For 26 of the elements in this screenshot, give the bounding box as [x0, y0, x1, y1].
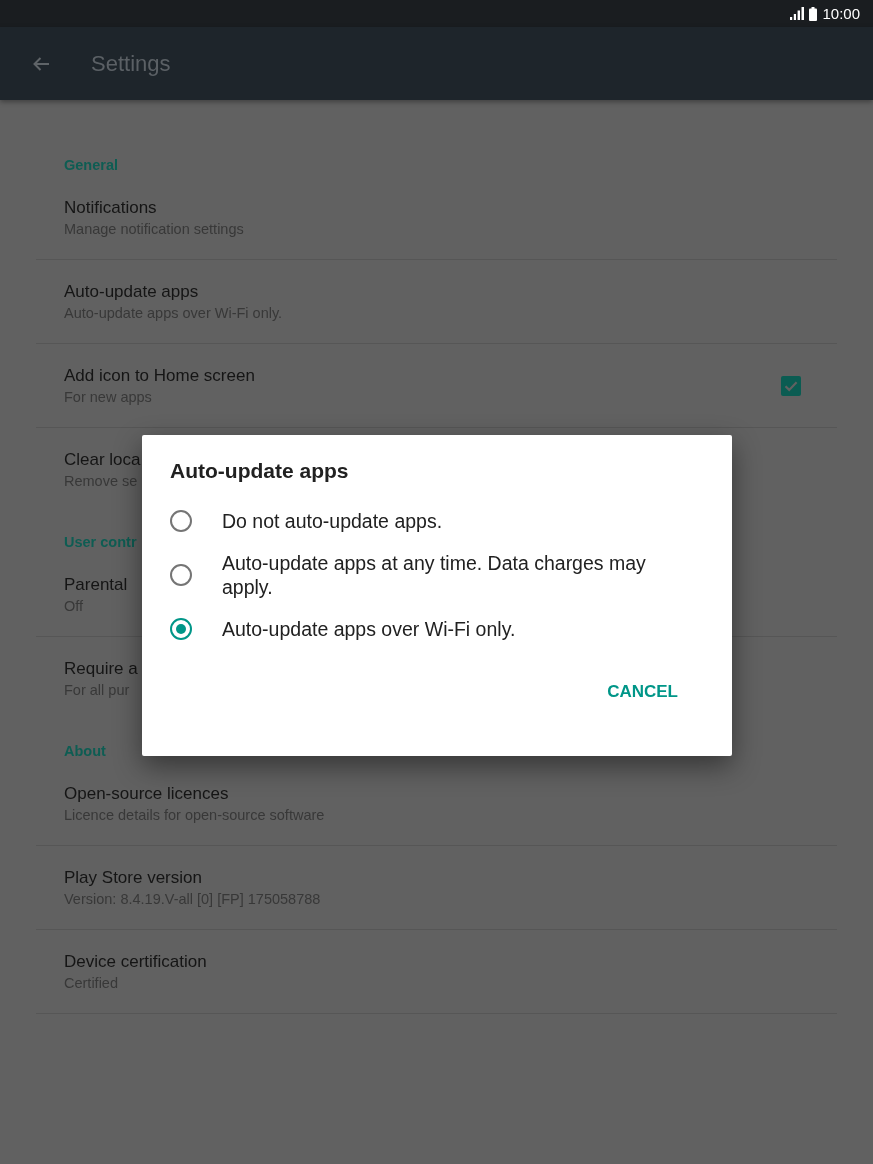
setting-title: Play Store version: [64, 867, 202, 889]
battery-icon: [809, 6, 818, 21]
option-label[interactable]: Auto-update apps over Wi-Fi only.: [222, 617, 516, 641]
back-arrow-icon[interactable]: [32, 55, 50, 72]
setting-title: Clear loca: [64, 449, 141, 471]
setting-title: Auto-update apps: [64, 281, 199, 303]
setting-title: Notifications: [64, 197, 157, 219]
radio-button[interactable]: [170, 564, 192, 586]
section-header: General: [64, 157, 118, 174]
section-header: About: [64, 743, 106, 760]
dialog-title: Auto-update apps: [170, 458, 350, 484]
option-label[interactable]: Auto-update apps at any time. Data charges may apply.: [222, 551, 686, 599]
section-header: User contr: [64, 534, 137, 551]
checkbox[interactable]: [781, 376, 801, 396]
clock-time: 10:00: [822, 5, 860, 22]
setting-title: Require a: [64, 658, 138, 680]
radio-button[interactable]: [170, 618, 192, 640]
setting-title: Add icon to Home screen: [64, 365, 255, 387]
signal-icon: [790, 7, 805, 20]
app-bar-title: Settings: [91, 49, 171, 78]
setting-title: Device certification: [64, 951, 207, 973]
radio-button[interactable]: [170, 510, 192, 532]
option-label[interactable]: Do not auto-update apps.: [222, 509, 443, 533]
setting-title: Parental: [64, 574, 128, 596]
cancel-button[interactable]: CANCEL: [599, 674, 686, 710]
setting-title: Open-source licences: [64, 783, 229, 805]
